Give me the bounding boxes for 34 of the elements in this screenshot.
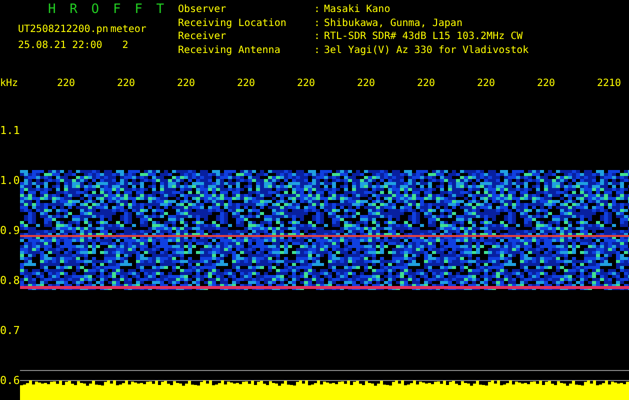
y-tick-label: 1.0 [0,175,20,189]
x-tick-label: 220 [117,78,136,89]
x-tick-label: 220 [537,78,556,89]
info-value: RTL-SDR SDR# 43dB L15 103.2MHz CW [324,31,524,44]
x-tick-label: 220 [297,78,316,89]
x-tick-label: 220 [57,78,76,89]
separator-colon: : [314,18,322,30]
x-tick-label: 220 [237,78,256,89]
info-value: Shibukawa, Gunma, Japan [324,18,464,30]
event-tag: meteor [110,18,146,35]
y-tick-label: 0.7 [0,325,20,339]
x-tick-label: 2210 [597,78,622,89]
info-label: Receiver [178,31,228,44]
x-tick-label: 220 [417,78,436,89]
axis-unit: kHz [0,78,20,89]
x-tick-label: 220 [357,78,376,89]
separator-colon: : [314,44,322,58]
event-count: 2 [122,40,128,51]
y-tick-label: 0.6 [0,375,20,389]
x-tick-label: 220 [177,78,196,89]
file-name: UT2508212200.pn [18,24,108,35]
info-label: Receiving Location [178,18,288,30]
date-time: 25.08.21 22:00 [18,40,102,51]
app-title: H R O F F T [47,4,168,15]
x-tick-label: 220 [477,78,496,89]
separator-colon: : [314,31,322,44]
info-label: Receiving Antenna [178,44,282,58]
info-value: Masaki Kano [324,4,392,17]
y-tick-label: 0.8 [0,275,20,289]
y-tick-label: 0.9 [0,225,20,239]
y-tick-label: 1.1 [0,125,20,139]
separator-colon: : [314,4,322,17]
info-label: Observer [178,4,228,17]
info-value: 3el Yagi(V) Az 330 for Vladivostok [324,44,529,58]
